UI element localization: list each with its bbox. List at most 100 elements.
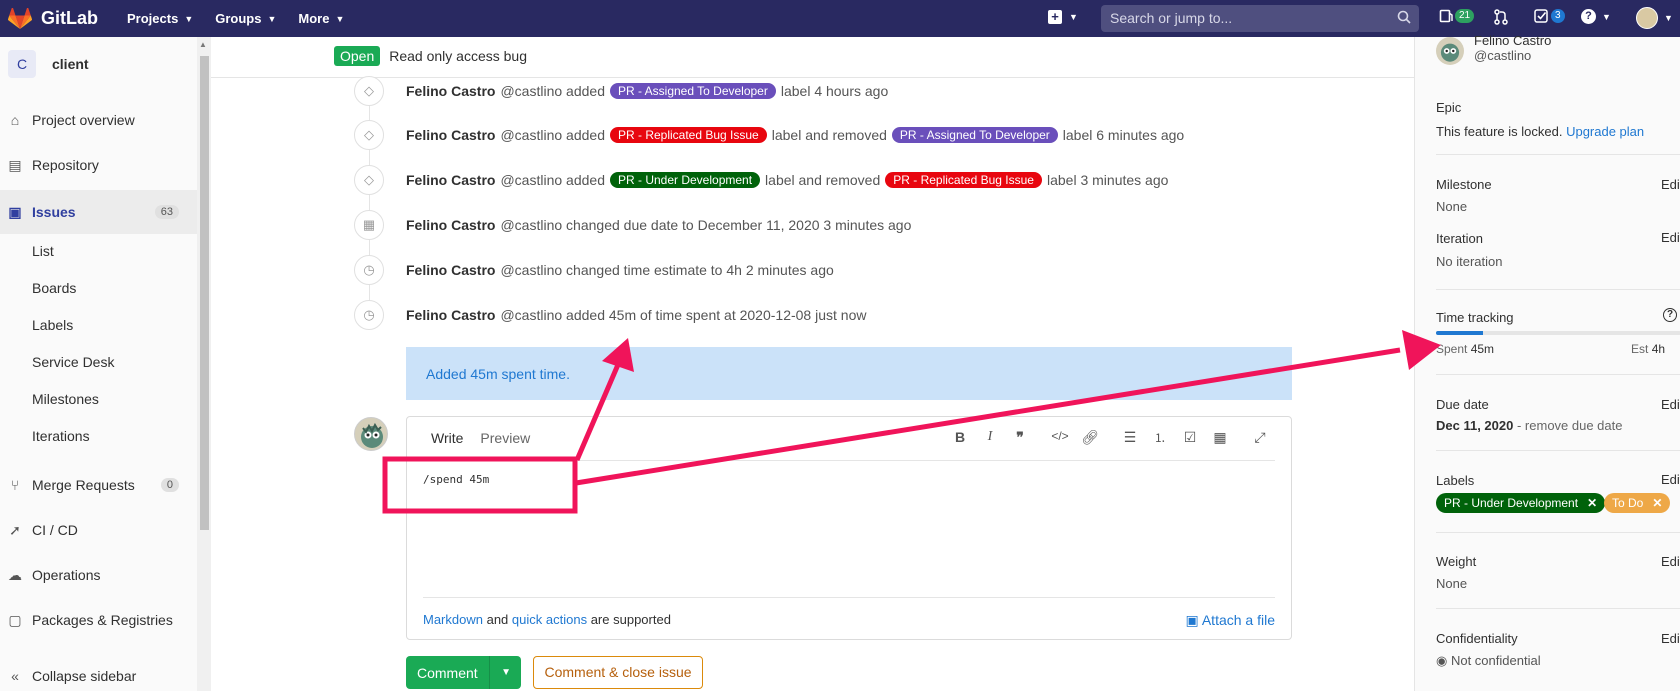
- label-pill[interactable]: PR - Under Development: [609, 172, 761, 188]
- tag-icon: ◇: [354, 120, 384, 150]
- author-username[interactable]: @castlino: [500, 83, 562, 99]
- link-icon[interactable]: 🔗︎: [1075, 429, 1105, 446]
- bullet-list-icon[interactable]: ☰: [1115, 429, 1145, 446]
- tab-preview[interactable]: Preview: [480, 430, 530, 446]
- sidebar-subitem-iterations[interactable]: Iterations: [32, 428, 90, 444]
- issues-nav-button[interactable]: 21: [1439, 9, 1475, 23]
- close-icon[interactable]: ✕: [1652, 496, 1662, 510]
- chevron-down-icon[interactable]: ▼: [501, 667, 511, 678]
- remove-due-date-link[interactable]: - remove due date: [1517, 418, 1623, 433]
- merge-request-icon: [1494, 9, 1508, 25]
- sidebar-subitem-list[interactable]: List: [32, 243, 54, 259]
- merge-requests-count-badge: 0: [160, 478, 179, 492]
- table-icon[interactable]: ▦: [1205, 429, 1235, 446]
- sidebar-item-merge-requests[interactable]: ⑂ Merge Requests 0: [0, 465, 197, 505]
- sidebar-subitem-boards[interactable]: Boards: [32, 280, 76, 296]
- comment-editor: Write Preview B I ❞ </> 🔗︎ ☰ ⒈ ☑ ▦ ⤢ /sp…: [406, 416, 1292, 640]
- sidebar-subitem-labels[interactable]: Labels: [32, 317, 73, 333]
- numbered-list-icon[interactable]: ⒈: [1145, 429, 1175, 446]
- nav-groups[interactable]: Groups ▼: [215, 11, 276, 26]
- gitlab-logo[interactable]: GitLab: [8, 7, 98, 30]
- label-pill[interactable]: PR - Replicated Bug Issue: [885, 172, 1042, 188]
- timeline-entry: ▦ Felino Castro @castlino changed due da…: [354, 210, 911, 240]
- label-pill[interactable]: PR - Replicated Bug Issue: [609, 127, 767, 143]
- quote-icon[interactable]: ❞: [1005, 429, 1035, 446]
- comment-button[interactable]: Comment ▼: [406, 656, 521, 689]
- divider: [1436, 289, 1680, 290]
- author-username[interactable]: @castlino: [500, 172, 562, 188]
- author-name[interactable]: Felino Castro: [406, 217, 495, 233]
- author-name[interactable]: Felino Castro: [406, 83, 495, 99]
- quick-actions-link[interactable]: quick actions: [512, 612, 587, 627]
- help-icon[interactable]: ?: [1663, 308, 1677, 322]
- markdown-link[interactable]: Markdown: [423, 612, 483, 627]
- new-item-button[interactable]: + ▼: [1048, 10, 1078, 24]
- sidebar-item-operations[interactable]: ☁ Operations: [0, 555, 197, 595]
- task-list-icon[interactable]: ☑: [1175, 429, 1205, 446]
- labels-edit-link[interactable]: Edit: [1661, 472, 1680, 487]
- code-icon[interactable]: </>: [1045, 429, 1075, 446]
- user-menu-button[interactable]: ▼: [1636, 7, 1673, 29]
- iteration-edit-link[interactable]: Edit: [1661, 230, 1680, 245]
- author-username[interactable]: @castlino: [500, 127, 562, 143]
- double-chevron-left-icon: «: [11, 668, 19, 684]
- weight-edit-link[interactable]: Edit: [1661, 554, 1680, 569]
- close-icon[interactable]: ✕: [1587, 496, 1597, 510]
- estimate-label: Est: [1631, 342, 1649, 356]
- home-icon: ⌂: [10, 112, 20, 128]
- author-username[interactable]: @castlino: [500, 307, 562, 323]
- bold-icon[interactable]: B: [945, 429, 975, 446]
- todos-nav-button[interactable]: 3: [1534, 9, 1565, 23]
- search-input[interactable]: Search or jump to...: [1101, 5, 1419, 32]
- merge-requests-nav-button[interactable]: [1493, 9, 1509, 25]
- comment-and-close-button[interactable]: Comment & close issue: [533, 656, 703, 689]
- nav-projects[interactable]: Projects ▼: [127, 11, 193, 26]
- author-name[interactable]: Felino Castro: [406, 172, 495, 188]
- confidentiality-edit-link[interactable]: Edit: [1661, 631, 1680, 646]
- divider: [1436, 450, 1680, 451]
- sidebar-item-packages-registries[interactable]: ▢ Packages & Registries: [0, 600, 197, 640]
- time-tracking-title: Time tracking: [1436, 310, 1514, 325]
- system-note: Added 45m spent time.: [406, 347, 1292, 400]
- author-username[interactable]: @castlino: [500, 217, 562, 233]
- sidebar-item-repository[interactable]: ▤ Repository: [0, 145, 197, 185]
- entry-text: label 3 minutes ago: [1046, 172, 1169, 188]
- italic-icon[interactable]: I: [975, 429, 1005, 446]
- divider: [1436, 154, 1680, 155]
- author-name[interactable]: Felino Castro: [406, 262, 495, 278]
- author-username[interactable]: @castlino: [500, 262, 562, 278]
- label-chip[interactable]: To Do ✕: [1604, 493, 1671, 513]
- label-pill[interactable]: PR - Assigned To Developer: [891, 127, 1058, 143]
- fullscreen-icon[interactable]: ⤢: [1245, 429, 1275, 446]
- author-name[interactable]: Felino Castro: [406, 127, 495, 143]
- project-header[interactable]: C client: [8, 50, 89, 78]
- upgrade-plan-link[interactable]: Upgrade plan: [1566, 124, 1644, 139]
- sidebar-subitem-milestones[interactable]: Milestones: [32, 391, 99, 407]
- tab-write[interactable]: Write: [431, 430, 463, 446]
- nav-more[interactable]: More ▼: [298, 11, 344, 26]
- collapse-sidebar-button[interactable]: « Collapse sidebar: [0, 661, 197, 691]
- sidebar-subitem-service-desk[interactable]: Service Desk: [32, 354, 114, 370]
- comment-button-label: Comment: [417, 664, 478, 681]
- label-chip-text: PR - Under Development: [1444, 496, 1579, 510]
- sidebar-item-project-overview[interactable]: ⌂ Project overview: [0, 100, 197, 140]
- sidebar-item-issues[interactable]: ▣ Issues 63: [0, 190, 197, 234]
- milestone-edit-link[interactable]: Edit: [1661, 177, 1680, 192]
- help-button[interactable]: ? ▼: [1581, 9, 1611, 24]
- scroll-up-icon[interactable]: ▲: [199, 40, 207, 49]
- epic-locked-message: This feature is locked.: [1436, 124, 1563, 139]
- time-tracking-progress: [1436, 331, 1680, 335]
- label-chip[interactable]: PR - Under Development ✕: [1436, 493, 1606, 513]
- label-chip-text: To Do: [1612, 496, 1644, 510]
- toolbar-spacer: [1235, 429, 1245, 446]
- attach-file-button[interactable]: ▣ Attach a file: [1185, 612, 1275, 629]
- comment-textarea[interactable]: /spend 45m: [423, 460, 1275, 598]
- entry-text: label and removed: [771, 127, 887, 143]
- issue-title: Read only access bug: [389, 48, 528, 64]
- assignee-name[interactable]: Felino Castro: [1474, 33, 1551, 48]
- author-name[interactable]: Felino Castro: [406, 307, 495, 323]
- due-date-edit-link[interactable]: Edit: [1661, 397, 1680, 412]
- label-pill[interactable]: PR - Assigned To Developer: [609, 83, 776, 99]
- sidebar-item-ci-cd[interactable]: ➚ CI / CD: [0, 510, 197, 550]
- sidebar-scrollbar-thumb[interactable]: [200, 56, 209, 530]
